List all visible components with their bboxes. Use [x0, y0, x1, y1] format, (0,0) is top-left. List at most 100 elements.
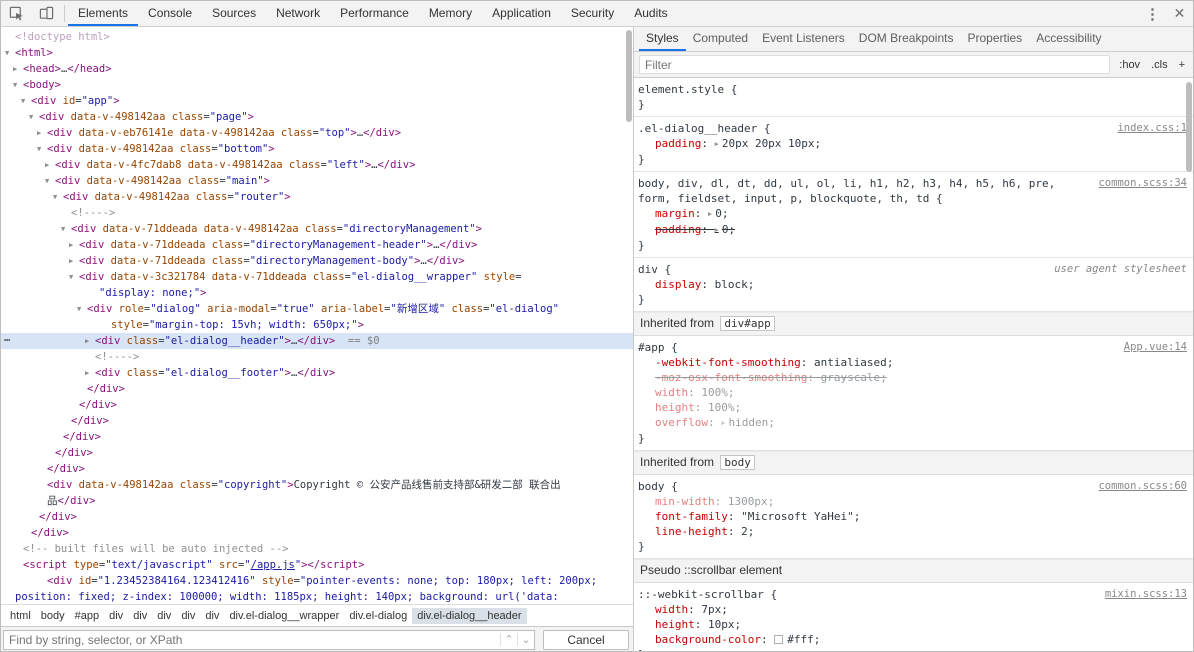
- dom-tree-row[interactable]: ▼ <div data-v-498142aa class="router">: [1, 189, 633, 205]
- css-declaration[interactable]: padding: ▶ 0;: [638, 222, 1187, 238]
- dom-tree-row[interactable]: </div>: [1, 397, 633, 413]
- collapse-arrow-icon[interactable]: ▼: [37, 141, 47, 157]
- property-value[interactable]: 10px: [708, 618, 735, 631]
- css-declaration[interactable]: height: 100%;: [638, 400, 1187, 415]
- rule-selector[interactable]: div: [638, 263, 658, 276]
- property-value[interactable]: 20px 20px 10px: [722, 137, 815, 150]
- style-toggle-button[interactable]: .cls: [1148, 57, 1171, 73]
- expand-arrow-icon[interactable]: ▶: [37, 125, 47, 141]
- property-name[interactable]: background-color: [655, 633, 761, 646]
- property-value[interactable]: 1300px: [728, 495, 768, 508]
- collapse-arrow-icon[interactable]: ▼: [53, 189, 63, 205]
- expand-arrow-icon[interactable]: ▶: [85, 333, 95, 349]
- property-value[interactable]: hidden: [728, 416, 768, 429]
- collapse-arrow-icon[interactable]: ▼: [45, 173, 55, 189]
- css-declaration[interactable]: min-width: 1300px;: [638, 494, 1187, 509]
- dom-tree-row-selected[interactable]: … ▶ <div class="el-dialog__header">…</div>…: [1, 330, 633, 349]
- property-name[interactable]: width: [655, 603, 688, 616]
- breadcrumb-item[interactable]: body: [36, 608, 70, 624]
- expand-arrow-icon[interactable]: ▶: [69, 237, 79, 253]
- dom-tree-row[interactable]: style="margin-top: 15vh; width: 650px;">: [1, 317, 633, 333]
- tab-console[interactable]: Console: [138, 1, 202, 26]
- property-value[interactable]: 7px: [701, 603, 721, 616]
- breadcrumb-item[interactable]: div: [104, 608, 128, 624]
- stylesheet-link[interactable]: index.css:1: [1117, 121, 1187, 136]
- stylesheet-link[interactable]: App.vue:14: [1124, 340, 1187, 355]
- shorthand-expand-icon[interactable]: ▶: [708, 210, 712, 218]
- css-declaration[interactable]: line-height: 2;: [638, 524, 1187, 539]
- css-declaration[interactable]: width: 7px;: [638, 602, 1187, 617]
- property-value[interactable]: 2: [741, 525, 748, 538]
- tab-elements[interactable]: Elements: [68, 1, 139, 26]
- breadcrumb-item[interactable]: div.el-dialog: [344, 608, 412, 624]
- breadcrumb-item[interactable]: div: [176, 608, 200, 624]
- color-swatch[interactable]: [774, 635, 784, 644]
- dom-tree-row[interactable]: ▼ <div data-v-3c321784 data-v-71ddeada cl…: [1, 269, 633, 285]
- tab-application[interactable]: Application: [482, 1, 561, 26]
- breadcrumb-item[interactable]: #app: [70, 608, 104, 624]
- expand-arrow-icon[interactable]: ▶: [85, 365, 95, 381]
- dom-tree-row[interactable]: ▼ <div data-v-498142aa class="main">: [1, 173, 633, 189]
- dom-tree-row[interactable]: ▶ <div data-v-71ddeada class="directoryMa…: [1, 253, 633, 269]
- shorthand-expand-icon[interactable]: ▶: [715, 226, 719, 234]
- property-name[interactable]: overflow: [655, 416, 708, 429]
- property-name[interactable]: display: [655, 278, 701, 291]
- dom-tree-row[interactable]: ▼ <div data-v-71ddeada data-v-498142aa cl…: [1, 221, 633, 237]
- dom-tree-row[interactable]: ▶ <head>…</head>: [1, 61, 633, 77]
- node-overflow-menu-icon[interactable]: …: [4, 330, 10, 346]
- property-name[interactable]: padding: [655, 223, 701, 236]
- sidebar-tab-dom-breakpoints[interactable]: DOM Breakpoints: [852, 27, 961, 51]
- tab-audits[interactable]: Audits: [624, 1, 677, 26]
- rule-selector[interactable]: element.style: [638, 83, 724, 96]
- breadcrumb-item[interactable]: html: [5, 608, 36, 624]
- find-input[interactable]: [4, 632, 500, 647]
- close-icon[interactable]: ✕: [1166, 1, 1193, 26]
- property-value[interactable]: #fff: [787, 633, 814, 646]
- css-declaration[interactable]: display: block;: [638, 277, 1187, 292]
- property-name[interactable]: -webkit-font-smoothing: [655, 356, 801, 369]
- find-previous-icon[interactable]: ⌃: [500, 633, 517, 646]
- rule-selector[interactable]: #app: [638, 341, 665, 354]
- property-value[interactable]: "Microsoft YaHei": [741, 510, 854, 523]
- dom-tree-row[interactable]: ▶ <div data-v-4fc7dab8 data-v-498142aa cl…: [1, 157, 633, 173]
- breadcrumb-item[interactable]: div.el-dialog__wrapper: [224, 608, 344, 624]
- dom-tree-row[interactable]: </div>: [1, 445, 633, 461]
- property-name[interactable]: width: [655, 386, 688, 399]
- dom-tree-row[interactable]: <!doctype html>: [1, 29, 633, 45]
- css-declaration[interactable]: -webkit-font-smoothing: antialiased;: [638, 355, 1187, 370]
- rule-selector[interactable]: ::-webkit-scrollbar: [638, 588, 764, 601]
- property-name[interactable]: height: [655, 401, 695, 414]
- property-name[interactable]: font-family: [655, 510, 728, 523]
- tab-sources[interactable]: Sources: [202, 1, 266, 26]
- property-value[interactable]: 0: [715, 207, 722, 220]
- dom-tree-row[interactable]: ▼ <div data-v-498142aa class="page">: [1, 109, 633, 125]
- sidebar-tab-event-listeners[interactable]: Event Listeners: [755, 27, 852, 51]
- dom-tree-row[interactable]: <div id="1.23452384164.123412416" style=…: [1, 573, 633, 589]
- find-cancel-button[interactable]: Cancel: [543, 629, 629, 650]
- collapse-arrow-icon[interactable]: ▼: [77, 301, 87, 317]
- collapse-arrow-icon[interactable]: ▼: [69, 269, 79, 285]
- inspect-element-icon[interactable]: [1, 1, 31, 26]
- dom-tree-row[interactable]: ▶ <div data-v-71ddeada class="directoryMa…: [1, 237, 633, 253]
- breadcrumb-item[interactable]: div.el-dialog__header: [412, 607, 527, 624]
- dom-tree-row[interactable]: </div>: [1, 381, 633, 397]
- dom-tree-row[interactable]: ▼ <div id="app">: [1, 93, 633, 109]
- collapse-arrow-icon[interactable]: ▼: [21, 93, 31, 109]
- shorthand-expand-icon[interactable]: ▶: [721, 419, 725, 427]
- dom-tree-row[interactable]: </div>: [1, 509, 633, 525]
- property-value[interactable]: antialiased: [814, 356, 887, 369]
- dom-tree-row[interactable]: </div>: [1, 429, 633, 445]
- stylesheet-link[interactable]: mixin.scss:13: [1105, 587, 1187, 602]
- tab-security[interactable]: Security: [561, 1, 624, 26]
- expand-arrow-icon[interactable]: ▶: [13, 61, 23, 77]
- tab-network[interactable]: Network: [266, 1, 330, 26]
- sidebar-tab-accessibility[interactable]: Accessibility: [1029, 27, 1108, 51]
- dom-tree-row[interactable]: <!---->: [1, 349, 633, 365]
- dom-tree-row[interactable]: ▼ <div role="dialog" aria-modal="true" ar…: [1, 301, 633, 317]
- breadcrumb-item[interactable]: div: [152, 608, 176, 624]
- property-name[interactable]: -moz-osx-font-smoothing: [655, 371, 807, 384]
- dom-tree-row[interactable]: <script type="text/javascript" src="/app…: [1, 557, 633, 573]
- css-declaration[interactable]: -moz-osx-font-smoothing: grayscale;: [638, 370, 1187, 385]
- collapse-arrow-icon[interactable]: ▼: [5, 45, 15, 61]
- breadcrumb-item[interactable]: div: [200, 608, 224, 624]
